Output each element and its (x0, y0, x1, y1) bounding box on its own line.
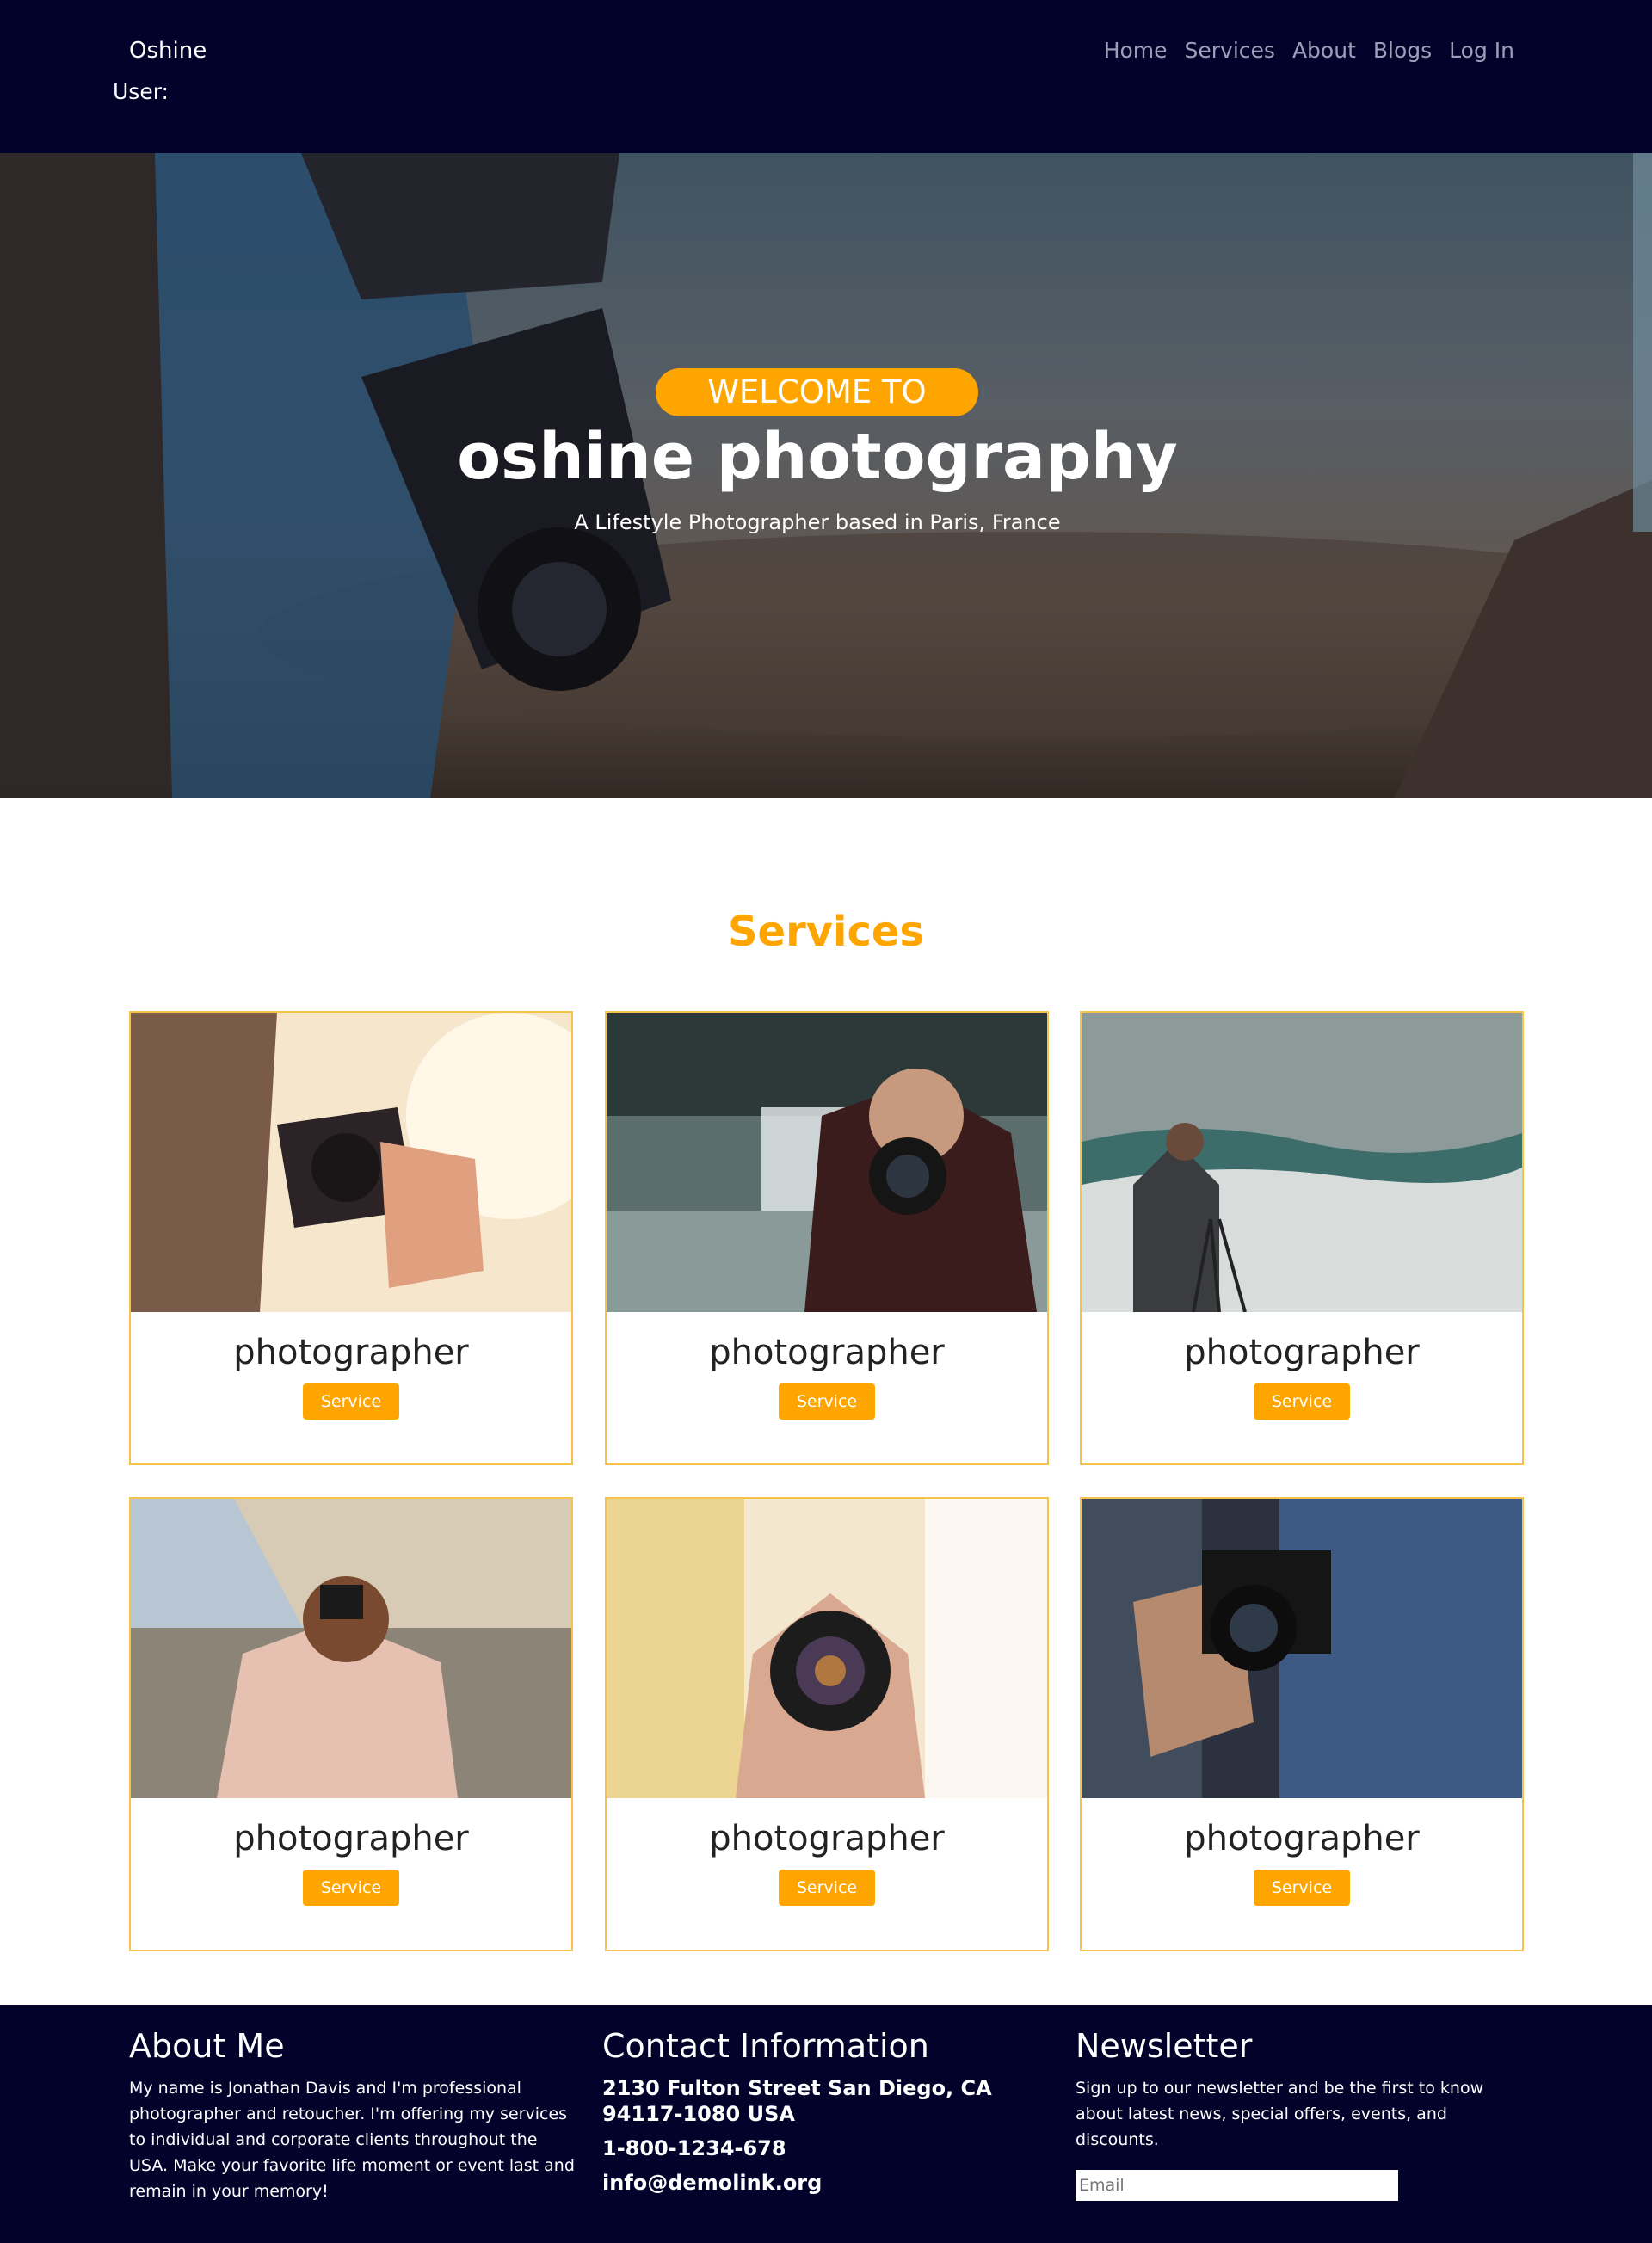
footer: About Me My name is Jonathan Davis and I… (0, 2005, 1652, 2243)
service-button[interactable]: Service (1254, 1870, 1350, 1906)
user-label: User: (113, 79, 169, 104)
service-photo (607, 1499, 1047, 1798)
about-text: My name is Jonathan Davis and I'm profes… (129, 2079, 575, 2201)
nav-blogs-link[interactable]: Blogs (1373, 38, 1432, 63)
contact-address: 2130 Fulton Street San Diego, CA 94117-1… (602, 2076, 992, 2126)
service-button[interactable]: Service (779, 1383, 875, 1420)
service-card: photographer Service (1080, 1011, 1524, 1465)
nav-login-link[interactable]: Log In (1449, 38, 1514, 63)
service-card-title: photographer (233, 1333, 469, 1372)
service-card-title: photographer (709, 1819, 945, 1858)
services-heading: Services (727, 908, 925, 956)
service-photo (1082, 1499, 1522, 1798)
nav-menu: Home Services About Blogs Log In (1104, 38, 1514, 63)
about-section: About Me My name is Jonathan Davis and I… (129, 2027, 581, 2204)
contact-email: info@demolink.org (602, 2171, 823, 2195)
service-button[interactable]: Service (779, 1870, 875, 1906)
service-card-title: photographer (233, 1819, 469, 1858)
newsletter-email-input[interactable] (1076, 2170, 1398, 2201)
hero-banner: WELCOME TO oshine photography A Lifestyl… (0, 153, 1652, 798)
service-card: photographer Service (605, 1011, 1049, 1465)
newsletter-text: Sign up to our newsletter and be the fir… (1076, 2079, 1484, 2149)
service-button[interactable]: Service (1254, 1383, 1350, 1420)
service-card: photographer Service (605, 1497, 1049, 1951)
hero-title: oshine photography (457, 420, 1178, 494)
navbar: Oshine User: Home Services About Blogs L… (0, 0, 1652, 153)
service-photo (607, 1013, 1047, 1312)
service-photo (131, 1013, 571, 1312)
nav-about-link[interactable]: About (1292, 38, 1356, 63)
service-card: photographer Service (129, 1011, 573, 1465)
hero-subtitle: A Lifestyle Photographer based in Paris,… (574, 510, 1061, 534)
service-photo (1082, 1013, 1522, 1312)
newsletter-section: Newsletter Sign up to our newsletter and… (1076, 2027, 1523, 2201)
service-button[interactable]: Service (303, 1383, 399, 1420)
service-card: photographer Service (1080, 1497, 1524, 1951)
service-card-title: photographer (709, 1333, 945, 1372)
contact-phone: 1-800-1234-678 (602, 2136, 786, 2160)
contact-section: Contact Information 2130 Fulton Street S… (602, 2027, 1050, 2204)
service-card-title: photographer (1184, 1819, 1420, 1858)
service-button[interactable]: Service (303, 1870, 399, 1906)
service-card-title: photographer (1184, 1333, 1420, 1372)
service-photo (131, 1499, 571, 1798)
service-card: photographer Service (129, 1497, 573, 1951)
brand-logo[interactable]: Oshine (129, 38, 206, 64)
contact-heading: Contact Information (602, 2027, 929, 2065)
about-heading: About Me (129, 2027, 285, 2065)
nav-services-link[interactable]: Services (1185, 38, 1275, 63)
nav-home-link[interactable]: Home (1104, 38, 1168, 63)
newsletter-heading: Newsletter (1076, 2027, 1253, 2065)
welcome-badge: WELCOME TO (656, 368, 978, 416)
